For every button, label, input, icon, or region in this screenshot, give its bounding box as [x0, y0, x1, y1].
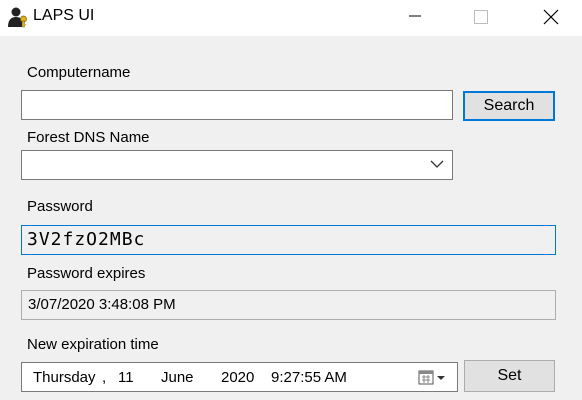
forest-dns-combobox[interactable] [21, 150, 453, 180]
search-button[interactable]: Search [463, 91, 555, 121]
expiration-month[interactable]: June [161, 369, 194, 386]
new-expiration-label: New expiration time [27, 336, 159, 353]
forest-dns-label: Forest DNS Name [27, 129, 150, 146]
window-title: LAPS UI [33, 7, 95, 24]
password-value: 3V2fzO2MBc [27, 229, 146, 250]
maximize-button[interactable] [458, 0, 504, 32]
computername-input[interactable] [22, 91, 452, 119]
close-icon [543, 9, 559, 25]
calendar-dropdown-icon[interactable] [417, 368, 453, 386]
set-button[interactable]: Set [464, 360, 555, 392]
password-expires-field[interactable]: 3/07/2020 3:48:08 PM [21, 290, 556, 320]
password-expires-label: Password expires [27, 265, 146, 282]
close-button[interactable] [528, 0, 574, 32]
minimize-button[interactable] [392, 0, 438, 32]
computername-field-box [21, 90, 453, 120]
maximize-icon [474, 10, 488, 24]
user-key-icon [8, 7, 27, 28]
expiration-year[interactable]: 2020 [221, 369, 254, 386]
expiration-weekday[interactable]: Thursday [33, 369, 96, 386]
title-bar: LAPS UI [0, 0, 582, 36]
minimize-icon [409, 15, 421, 17]
password-expires-value: 3/07/2020 3:48:08 PM [28, 296, 176, 313]
chevron-down-icon [430, 160, 444, 168]
new-expiration-datetime-picker[interactable]: Thursday , 11 June 2020 9:27:55 AM [21, 362, 458, 392]
password-field[interactable]: 3V2fzO2MBc [21, 225, 556, 255]
expiration-day[interactable]: 11 [118, 369, 134, 386]
expiration-time[interactable]: 9:27:55 AM [271, 369, 347, 386]
computername-label: Computername [27, 64, 131, 81]
expiration-comma: , [102, 369, 107, 386]
password-label: Password [27, 198, 93, 215]
